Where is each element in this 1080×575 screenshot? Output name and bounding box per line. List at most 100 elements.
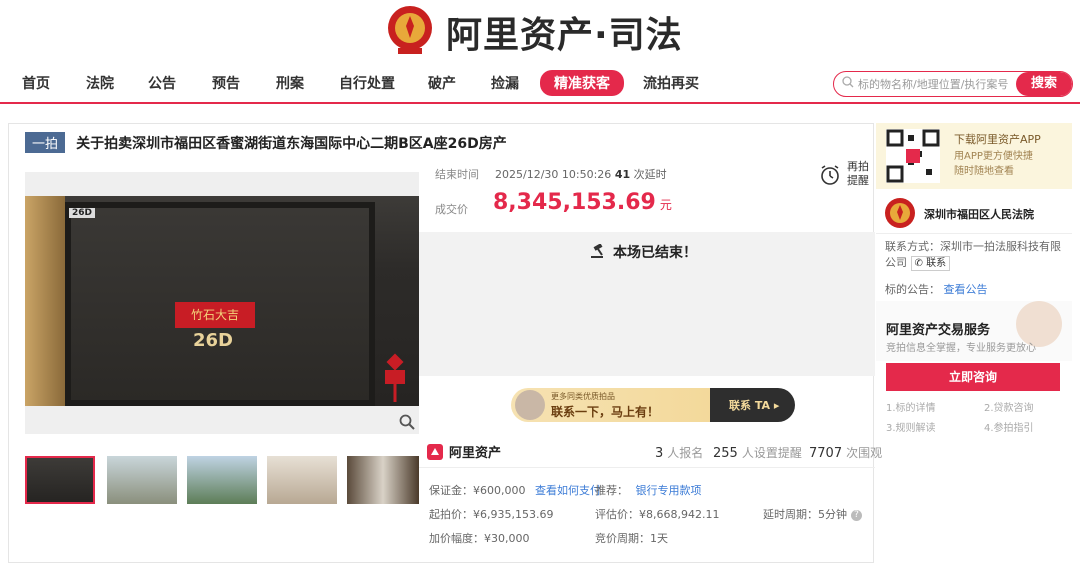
recommend-label: 推荐： [595, 484, 628, 497]
reminder-line-1: 再拍 [847, 160, 869, 173]
delay-period: 延时周期：5分钟? [763, 506, 862, 522]
delay-label: 次延时 [633, 168, 667, 181]
main-photo[interactable]: 26D 竹石大吉 26D [25, 172, 419, 434]
item-title: 关于拍卖深圳市福田区香蜜湖街道东海国际中心二期B区A座26D房产 [76, 135, 507, 152]
signup-count: 3 [655, 446, 664, 461]
price-label: 成交价 [435, 203, 468, 216]
court-emblem-icon [885, 198, 915, 228]
view-count: 7707 [809, 446, 843, 461]
final-price: 8,345,153.69 元 [493, 190, 672, 215]
contact-button-label: 联系 [926, 258, 947, 269]
nav-item-criminal[interactable]: 刑案 [276, 73, 304, 93]
view-notice-link[interactable]: 查看公告 [944, 283, 988, 296]
signup-stat: 3 人报名 [655, 444, 703, 461]
nav-item-bargain[interactable]: 捡漏 [491, 73, 519, 93]
delay-count: 41 [614, 168, 631, 181]
relist-reminder-button[interactable]: 再拍 提醒 [815, 158, 873, 188]
bid-increment: 加价幅度：¥30,000 [429, 532, 530, 545]
start-price: 起拍价：¥6,935,153.69 [429, 508, 554, 521]
auction-ended-text: 本场已结束！ [613, 245, 697, 261]
thumbnail-2[interactable] [107, 456, 177, 504]
brand-title: 阿里资产·司法 [446, 15, 683, 56]
title-row: 一拍 关于拍卖深圳市福田区香蜜湖街道东海国际中心二期B区A座26D房产 [25, 132, 507, 153]
nav-item-notice[interactable]: 公告 [148, 73, 176, 93]
bank-account-link[interactable]: 银行专用款项 [636, 484, 702, 497]
auction-info: 结束时间 2025/12/30 10:50:26 41 次延时 再拍 提醒 成交… [419, 156, 882, 564]
search-input[interactable] [858, 74, 1018, 94]
qr-code-icon [886, 129, 940, 183]
search-bar: 搜索 [833, 71, 1073, 97]
step-item[interactable]: 3.规则解读 [886, 419, 936, 434]
end-time-label: 结束时间 [435, 168, 479, 181]
nav-item-home[interactable]: 首页 [22, 73, 50, 93]
door-red-plaque: 竹石大吉 [175, 302, 255, 328]
thumbnail-1[interactable] [25, 456, 95, 504]
contact-info: 联系方式：深圳市一拍法服科技有限公司 ✆ 联系 [885, 239, 1069, 271]
app-sub-line-1: 用APP更方便快捷 [954, 151, 1033, 162]
service-subtitle: 竞拍信息全掌握，专业服务更放心 [886, 343, 1036, 354]
zoom-icon[interactable] [399, 414, 415, 430]
auction-card: 一拍 关于拍卖深圳市福田区香蜜湖街道东海国际中心二期B区A座26D房产 26D … [8, 123, 882, 564]
banner-line-1: 更多同类优质拍品 [551, 392, 615, 401]
ali-assets-logo-icon [427, 444, 443, 460]
reminder-line-2: 提醒 [847, 174, 869, 187]
contact-button[interactable]: ✆ 联系 [910, 256, 951, 271]
end-time-value: 2025/12/30 10:50:26 [495, 168, 612, 181]
help-icon[interactable]: ? [851, 509, 862, 521]
thumbnail-5[interactable] [347, 456, 419, 504]
nav-item-preview[interactable]: 预告 [212, 73, 240, 93]
app-download-sub: 用APP更方便快捷 随时随地查看 [954, 149, 1033, 179]
wall-light [25, 196, 65, 406]
consult-button[interactable]: 立即咨询 [886, 363, 1060, 391]
chinese-knot-icon [385, 353, 405, 402]
nav-item-self-disposal[interactable]: 自行处置 [339, 73, 395, 93]
view-stat: 7707 次围观 [809, 444, 882, 461]
brand-header: 阿里资产·司法 [0, 0, 1080, 62]
assessed-price: 评估价：¥8,668,942.11 [595, 508, 720, 521]
thumbnail-4[interactable] [267, 456, 337, 504]
ended-panel: 本场已结束！ 更多同类优质拍品 联系一下，马上有！ 联系 TA ▸ [419, 232, 875, 422]
reminder-label: 再拍 提醒 [847, 160, 869, 188]
step-item[interactable]: 1.标的详情 [886, 399, 936, 414]
step-item[interactable]: 4.参拍指引 [984, 419, 1034, 434]
contact-banner[interactable]: 更多同类优质拍品 联系一下，马上有！ 联系 TA ▸ [511, 388, 795, 422]
reminder-count: 255 [713, 446, 738, 461]
end-time: 2025/12/30 10:50:26 41 次延时 [495, 166, 667, 182]
deposit-text: 保证金：¥600,000 [429, 484, 526, 497]
notice-label: 标的公告： [885, 283, 940, 296]
app-download-box: 下载阿里资产APP 用APP更方便快捷 随时随地查看 [876, 123, 1072, 189]
stats-row: 阿里资产 3 人报名 255 人设置提醒 7707 次围观 [419, 438, 882, 468]
payment-howto-link[interactable]: 查看如何支付 [535, 484, 601, 497]
service-title: 阿里资产交易服务 [886, 323, 991, 338]
recommend-info: 推荐： 银行专用款项 [595, 482, 702, 498]
door-sign: 26D [69, 208, 95, 218]
gavel-icon [591, 244, 603, 258]
signup-label: 人报名 [667, 446, 704, 460]
trade-service-box: 阿里资产交易服务 竞拍信息全掌握，专业服务更放心 [876, 301, 1072, 361]
search-icon [842, 76, 854, 88]
nav-item-court[interactable]: 法院 [86, 73, 114, 93]
door-number: 26D [193, 330, 233, 351]
ali-assets-label: 阿里资产 [449, 446, 502, 461]
sidebar: 下载阿里资产APP 用APP更方便快捷 随时随地查看 深圳市福田区人民法院 联系… [876, 123, 1072, 563]
app-sub-line-2: 随时随地查看 [954, 166, 1014, 177]
contact-ta-button[interactable]: 联系 TA ▸ [729, 397, 779, 413]
nav-item-bankruptcy[interactable]: 破产 [428, 73, 456, 93]
alarm-clock-icon [821, 165, 839, 185]
phone-icon: ✆ [914, 258, 923, 269]
thumbnail-3[interactable] [187, 456, 257, 504]
price-unit: 元 [659, 198, 672, 212]
search-button[interactable]: 搜索 [1016, 72, 1072, 96]
deposit-info: 保证金：¥600,000 查看如何支付 [429, 482, 601, 498]
court-name: 深圳市福田区人民法院 [924, 208, 1034, 221]
item-notice: 标的公告： 查看公告 [885, 281, 988, 297]
nav-item-precise-leads[interactable]: 精准获客 [540, 70, 624, 96]
step-item[interactable]: 2.贷款咨询 [984, 399, 1034, 414]
final-price-value: 8,345,153.69 [493, 190, 656, 215]
nav-item-relist[interactable]: 流拍再买 [643, 73, 699, 93]
app-download-title[interactable]: 下载阿里资产APP [954, 131, 1041, 147]
delay-period-text: 延时周期：5分钟 [763, 508, 847, 521]
door-photo: 26D 竹石大吉 26D [25, 196, 419, 406]
round-badge: 一拍 [25, 132, 66, 153]
court-info[interactable]: 深圳市福田区人民法院 [884, 197, 1072, 231]
